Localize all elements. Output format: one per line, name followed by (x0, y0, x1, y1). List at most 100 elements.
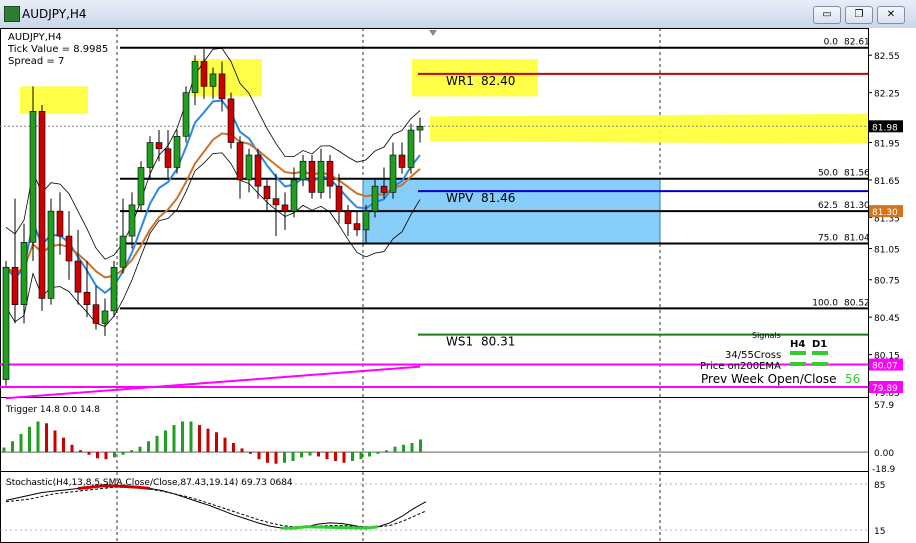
candle-body (254, 154, 262, 187)
candle-body (353, 223, 361, 231)
fib-level-name: 100.0 (812, 298, 838, 308)
candle-body (335, 185, 343, 212)
window-title: AUDJPY,H4 (22, 7, 87, 21)
candle-body (74, 260, 82, 293)
candle-body (119, 235, 127, 268)
signals-column-d1: D1 (812, 339, 827, 350)
candle-body (362, 210, 370, 231)
candle-body (308, 160, 316, 193)
chart-symbol-label: AUDJPY,H4 (8, 32, 62, 43)
weekly-level-tag: 80.07 (872, 362, 898, 372)
candle-body (200, 61, 208, 87)
candle-body (416, 126, 424, 131)
candle-body (371, 185, 379, 212)
candle-body (146, 142, 154, 168)
current-price-tag: 81.98 (872, 123, 898, 133)
title-bar[interactable]: AUDJPY,H4 ▭ ❐ ✕ (0, 0, 916, 29)
restore-button[interactable]: ❐ (845, 6, 873, 24)
fib-level-name: 50.0 (818, 169, 838, 179)
candle-body (389, 154, 397, 193)
signals-title: Signals (752, 331, 781, 340)
prev-week-label: Prev Week Open/Close (701, 372, 836, 386)
chart-area[interactable]: AUDJPY,H4Tick Value = 8.9985Spread = 7 0.… (0, 28, 916, 543)
candle-body (173, 135, 181, 168)
candle-body (128, 204, 136, 237)
candle-body (38, 111, 46, 299)
chart-background (0, 28, 916, 543)
fib-level-value: 81.56 (844, 169, 870, 179)
chart-window: AUDJPY,H4 ▭ ❐ ✕ AUDJPY,H4 Tick Value = 8.… (0, 0, 916, 543)
candle-body (317, 160, 325, 193)
candle-body (110, 266, 118, 312)
candle-body (272, 198, 280, 206)
candle-body (263, 185, 271, 199)
signals-row-label: 34/55Cross (725, 350, 781, 361)
price-tick-label: 82.25 (874, 90, 900, 100)
trigger-label: Trigger 14.8 0.0 14.8 (5, 405, 100, 415)
minimize-button[interactable]: ▭ (813, 6, 841, 24)
price-tick-label: 81.95 (874, 140, 900, 150)
stochastic-label: Stochastic(H4,13,8,5,SMA,Close/Close,87.… (6, 478, 293, 488)
candle-body (281, 204, 289, 212)
pivot-name: WR1 (446, 74, 474, 88)
stochastic-tick-label: 85 (874, 481, 885, 491)
candle-body (245, 154, 253, 181)
price-tick-label: 81.65 (874, 177, 900, 187)
fib-level-value: 81.30 (844, 201, 870, 211)
chart-window-icon (4, 6, 20, 22)
fib-level-name: 0.0 (824, 38, 839, 48)
trigger-tick-label: -18.9 (872, 465, 896, 475)
prev-week-value: 56 (845, 372, 860, 386)
candle-body (101, 310, 109, 324)
pivot-name: WPV (446, 191, 474, 205)
signal-indicator-mark (790, 362, 806, 366)
close-button[interactable]: ✕ (877, 6, 905, 24)
pivot-value: 82.40 (481, 74, 515, 88)
candle-body (407, 129, 415, 168)
signals-row-label: Price on200EMA (700, 361, 781, 372)
signal-indicator-mark (790, 351, 806, 355)
fib-level-name: 62.5 (818, 201, 838, 211)
pivot-name: WS1 (446, 335, 473, 349)
candle-body (209, 73, 217, 87)
candle-body (227, 98, 235, 143)
candle-body (191, 61, 199, 93)
candle-body (92, 304, 100, 324)
fib-level-value: 81.04 (844, 234, 870, 244)
candle-body (2, 266, 10, 380)
marker-highlight (20, 86, 88, 114)
candle-body (236, 142, 244, 181)
pivot-value: 81.46 (481, 191, 515, 205)
trigger-tick-label: 0.00 (874, 449, 894, 459)
candle-body (344, 210, 352, 224)
candle-body (164, 148, 172, 168)
fib-level-value: 82.61 (844, 38, 870, 48)
marker-highlight (430, 113, 868, 144)
signals-column-h4: H4 (790, 339, 805, 350)
candle-body (20, 242, 28, 305)
candle-body (29, 111, 37, 243)
candle-body (11, 266, 19, 305)
signal-indicator-mark (812, 351, 828, 355)
tick-value-label: Tick Value = 8.9985 (7, 44, 108, 55)
weekly-level-tag: 79.89 (872, 384, 898, 394)
candle-body (47, 210, 55, 299)
marker-highlight (412, 58, 538, 97)
trigger-tick-label: 57.9 (874, 401, 894, 411)
candle-body (380, 185, 388, 193)
ma-price-tag: 81.30 (872, 208, 898, 218)
candle-body (83, 291, 91, 305)
signal-indicator-mark (812, 362, 828, 366)
fib-level-name: 75.0 (818, 234, 838, 244)
pivot-value: 80.31 (481, 335, 515, 349)
price-tick-label: 82.55 (874, 52, 900, 62)
stochastic-tick-label: 15 (874, 527, 885, 537)
candle-body (155, 142, 163, 150)
candle-body (182, 92, 190, 137)
candle-body (56, 210, 64, 237)
price-tick-label: 81.05 (874, 246, 900, 256)
candle-body (65, 235, 73, 262)
fib-level-value: 80.52 (844, 298, 870, 308)
price-tick-label: 80.45 (874, 314, 900, 324)
candle-body (326, 160, 334, 187)
